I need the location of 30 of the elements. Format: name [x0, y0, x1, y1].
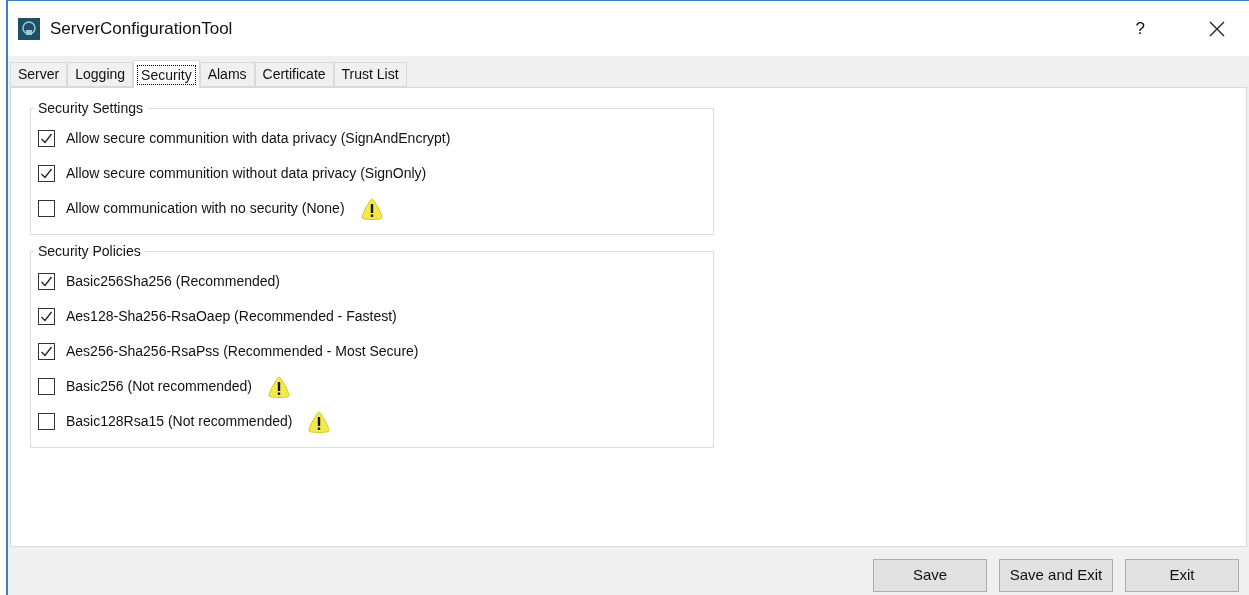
- help-button[interactable]: ?: [1135, 15, 1145, 42]
- checkbox-label[interactable]: Basic256Sha256 (Recommended): [66, 271, 280, 292]
- app-icon: [18, 17, 40, 40]
- checkbox[interactable]: [38, 200, 55, 217]
- checkbox[interactable]: [38, 130, 55, 147]
- checkbox-label[interactable]: Aes128-Sha256-RsaOaep (Recommended - Fastest): [66, 306, 397, 327]
- checkbox-label[interactable]: Basic128Rsa15 (Not recommended): [66, 411, 293, 432]
- dialog-button[interactable]: Save and Exit: [999, 559, 1113, 592]
- tab[interactable]: Security: [133, 60, 200, 88]
- dialog-button[interactable]: Save: [873, 559, 987, 592]
- group-title: Security Settings: [37, 99, 145, 118]
- checkbox[interactable]: [38, 308, 55, 325]
- window-title: ServerConfigurationTool: [50, 17, 233, 40]
- checkbox[interactable]: [38, 273, 55, 290]
- group-title: Security Policies: [37, 242, 142, 261]
- tab[interactable]: Server: [10, 62, 68, 87]
- tab[interactable]: Alams: [199, 62, 255, 87]
- checkbox[interactable]: [38, 413, 55, 430]
- checkbox[interactable]: [38, 343, 55, 360]
- checkbox-label[interactable]: Aes256-Sha256-RsaPss (Recommended - Most Secure): [66, 341, 419, 362]
- checkbox[interactable]: [38, 378, 55, 395]
- dialog-button[interactable]: Exit: [1125, 559, 1239, 592]
- tab[interactable]: Logging: [67, 62, 134, 87]
- tab[interactable]: Trust List: [333, 62, 407, 87]
- tab[interactable]: Certificate: [254, 62, 334, 87]
- checkbox-label[interactable]: Allow communication with no security (None): [66, 198, 345, 219]
- checkbox-label[interactable]: Basic256 (Not recommended): [66, 376, 252, 397]
- checkbox[interactable]: [38, 165, 55, 182]
- checkbox-label[interactable]: Allow secure communition with data privacy (SignAndEncrypt): [66, 128, 451, 149]
- checkbox-label[interactable]: Allow secure communition without data privacy (SignOnly): [66, 163, 427, 184]
